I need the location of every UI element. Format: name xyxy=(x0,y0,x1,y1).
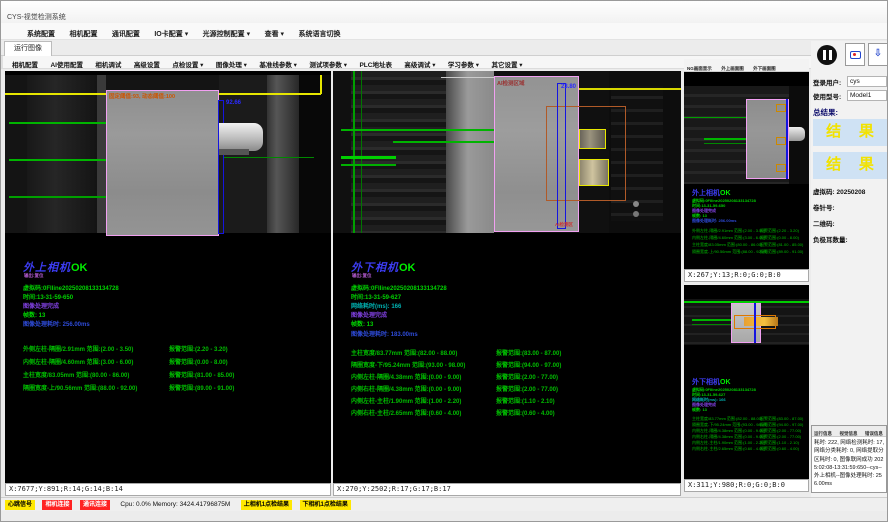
window-title: CYS-视觉检测系统 xyxy=(7,12,66,22)
connector-part xyxy=(789,127,805,141)
measure-value-label: 92.66 xyxy=(226,100,241,106)
lower-camera-check-badge: 下相机1点检结果 xyxy=(300,500,351,510)
model-label: 使用型号: xyxy=(813,91,841,101)
process-done-line: 图像处理完成 xyxy=(23,301,59,310)
result-ok-text: OK xyxy=(399,262,416,274)
thumbnail-column: NG画面显示 外上画面图 外下画面图 外上相机OK 虚拟码:0FIIine202 xyxy=(684,59,809,492)
camera-image: AI检测区域 23.80 AI检测区 xyxy=(333,71,681,233)
thumbnail-view-upper[interactable]: 外上相机OK 虚拟码:0FIIine20250208133134728 时间:1… xyxy=(684,72,809,269)
camera-image: 固定阈值:93, 动态阈值:100 92.66 xyxy=(5,75,331,233)
left-view-coordinate-bar: X:7677;Y:891;R:14;G:14;B:14 xyxy=(5,483,331,496)
log-text: 耗时: 222, 网络检测耗时: 17, 网络分类耗时: 0, 网络提取分区耗时… xyxy=(812,437,886,491)
camera-image xyxy=(684,86,809,184)
app-window: CYS-视觉检测系统 系统配置 相机配置 通讯配置 IO卡配置 ▾ 光源控制配置… xyxy=(0,0,888,522)
result-ok-text: OK xyxy=(71,262,88,274)
log-panel[interactable]: 运行信息 视觉信息 错误信息 耗时: 222, 网络检测耗时: 17, 网络分类… xyxy=(811,425,887,493)
process-time-line: 图像处理耗时: 256.00ms xyxy=(23,319,90,328)
process-time-line: 图像处理耗时: 183.00ms xyxy=(351,329,418,338)
total-result-label: 总结果: xyxy=(813,107,838,118)
camera-image xyxy=(684,299,809,345)
barcode-line: 虚拟码:0FIIine20250208133134728 xyxy=(23,283,119,292)
download-arrow-icon: ⇩ xyxy=(869,48,887,59)
camera-output-sub: 输出:复位 xyxy=(352,273,372,279)
comm-connection-badge: 通讯连接 xyxy=(80,500,110,510)
threshold-annotation: 固定阈值:93, 动态阈值:100 xyxy=(109,92,175,100)
qrcode-label: 二维码: xyxy=(813,218,835,228)
camera-result-title: 外上相机OK xyxy=(692,188,731,198)
ai-region-label-2: AI检测区 xyxy=(555,222,573,228)
winder-number-label: 卷针号: xyxy=(813,202,835,212)
control-sidebar: ⇩ 登录用户: cys 使用型号: Model1 总结果: 结 果 结 果 虚拟… xyxy=(811,41,888,499)
thumb-upper-coordinate-bar: X:267;Y:13;R:0;G:0;B:0 xyxy=(684,269,809,282)
result-display-lower: 结 果 xyxy=(813,152,887,179)
process-done-line: 图像处理完成 xyxy=(351,310,387,319)
log-tab-run-info[interactable]: 运行信息 xyxy=(814,429,832,439)
frame-count-line: 帧数: 13 xyxy=(692,407,707,413)
log-tab-strip: 运行信息 视觉信息 错误信息 xyxy=(812,426,886,437)
result-display-upper: 结 果 xyxy=(813,119,887,146)
log-tab-error-info[interactable]: 错误信息 xyxy=(865,429,883,439)
process-time-line: 图像处理耗时: 256.00ms xyxy=(692,218,736,224)
measure-line-rect xyxy=(218,100,224,234)
mid-view-coordinate-bar: X:270;Y:2502;R:17;G:17;B:17 xyxy=(333,483,681,496)
camera-view-outer-upper[interactable]: 固定阈值:93, 动态阈值:100 92.66 外上相机OK 输出:复位 虚拟码… xyxy=(5,71,331,483)
tab-run-image[interactable]: 运行图像 xyxy=(4,41,52,56)
thumbnail-tab-strip: NG画面显示 外上画面图 外下画面图 xyxy=(684,59,809,72)
upper-camera-check-badge: 上相机1点检结果 xyxy=(241,500,292,510)
login-user-value[interactable]: cys xyxy=(847,76,887,87)
tab-detect-box xyxy=(579,159,609,186)
thumbnail-view-lower[interactable]: 外下相机OK 虚拟码:0FIIine20250208133134728 时间:1… xyxy=(684,285,809,479)
virtual-barcode-label: 虚拟码: 20250208 xyxy=(813,186,865,196)
camera-icon xyxy=(850,51,861,59)
connector-part xyxy=(219,123,263,151)
camera-view-outer-lower[interactable]: AI检测区域 23.80 AI检测区 外下相机OK 输出:复位 虚拟码:0FII… xyxy=(333,71,681,483)
status-bar: 心跳信号 相机连接 通讯连接 Cpu: 0.0% Memory: 3424.41… xyxy=(1,497,887,511)
pause-button[interactable] xyxy=(817,45,837,65)
heartbeat-status-badge: 心跳信号 xyxy=(5,500,35,510)
ai-region-label: AI检测区域 xyxy=(497,79,525,87)
login-user-label: 登录用户: xyxy=(813,77,841,87)
camera-capture-button[interactable] xyxy=(845,43,865,66)
frame-count-line: 帧数: 13 xyxy=(23,310,45,319)
frame-count-line: 帧数: 13 xyxy=(351,319,373,328)
image-export-button[interactable]: ⇩ xyxy=(868,43,888,66)
measure-line-rect xyxy=(557,83,566,229)
pause-icon xyxy=(823,50,826,60)
net-time-line: 网络耗时(ms): 166 xyxy=(351,301,401,310)
camera-output-sub: 输出:复位 xyxy=(24,273,44,279)
time-line: 时间:13-31-59-627 xyxy=(351,292,401,301)
measure-value-label: 23.80 xyxy=(561,84,576,90)
log-tab-vision-info[interactable]: 视觉信息 xyxy=(839,429,857,439)
cpu-memory-status: Cpu: 0.0% Memory: 3424.41796875M xyxy=(120,498,230,511)
tab-detect-box xyxy=(579,129,606,149)
roi-product-rect xyxy=(106,90,219,236)
model-value[interactable]: Model1 xyxy=(847,90,887,101)
pause-icon xyxy=(829,50,832,60)
barcode-line: 虚拟码:0FIIine20250208133134728 xyxy=(351,283,447,292)
title-bar: CYS-视觉检测系统 xyxy=(1,1,887,23)
camera-connection-badge: 相机连接 xyxy=(42,500,72,510)
time-line: 时间:13-31-59-650 xyxy=(23,292,73,301)
camera-result-title: 外下相机OK xyxy=(692,377,731,387)
menu-bar: 系统配置 相机配置 通讯配置 IO卡配置 ▾ 光源控制配置 ▾ 查看 ▾ 系统语… xyxy=(1,23,887,40)
thumb-lower-coordinate-bar: X:311;Y:980;R:0;G:0;B:0 xyxy=(684,479,809,492)
anode-tab-count-label: 负极耳数量: xyxy=(813,234,848,244)
